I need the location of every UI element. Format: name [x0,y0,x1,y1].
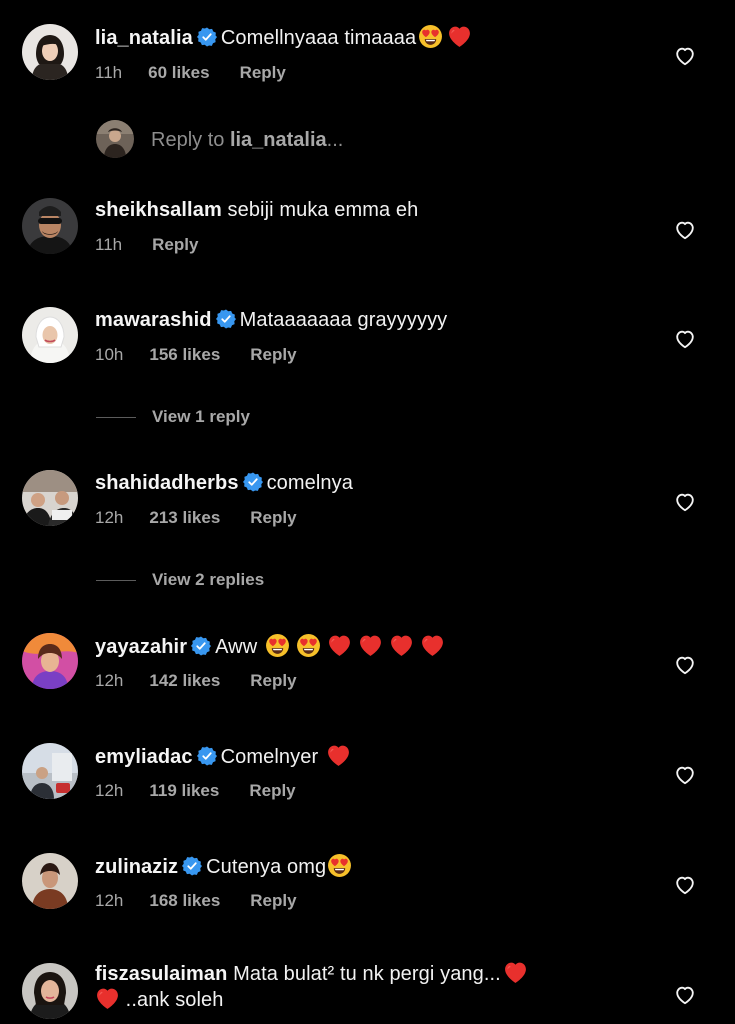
avatar[interactable] [22,24,78,80]
red-heart-emoji [326,743,351,768]
avatar[interactable] [22,633,78,689]
comment-text: Comellnyaaa timaaaa [220,27,417,49]
reply-button[interactable]: Reply [250,507,296,529]
comment-text: Aww [215,636,258,658]
comment-likes[interactable]: 168 likes [149,890,220,912]
comment-text: Mata bulat² tu nk pergi yang... [233,963,501,985]
comment-username[interactable]: sheikhsallam [95,199,222,221]
comment-username[interactable]: fiszasulaiman [95,963,227,985]
comment-text: Cutenya omg [206,856,327,878]
view-replies-label: View 1 reply [152,407,250,426]
comment-username[interactable]: yayazahir [95,636,187,658]
like-heart-icon[interactable] [674,764,696,786]
like-heart-icon[interactable] [674,874,696,896]
reply-button[interactable]: Reply [250,890,296,912]
red-heart-emoji [327,633,352,658]
comment-text-continued: ..ank soleh [125,989,224,1011]
like-heart-icon[interactable] [674,654,696,676]
comment-likes[interactable]: 60 likes [148,62,209,84]
red-heart-emoji [447,24,472,49]
view-replies-label: View 2 replies [152,570,265,589]
red-heart-emoji [358,633,383,658]
avatar[interactable] [22,307,78,363]
heart-eyes-emoji [296,633,321,658]
avatar[interactable] [22,743,78,799]
like-heart-icon[interactable] [674,491,696,513]
comment-time: 12h [95,508,124,527]
comment-time: 11h [95,235,123,254]
comment-time: 12h [95,671,124,690]
heart-eyes-emoji [265,633,290,658]
avatar[interactable] [22,963,78,1019]
like-heart-icon[interactable] [674,219,696,241]
comment-time: 12h [95,781,124,800]
comment-text: sebiji muka emma eh [227,199,419,221]
comment-text: comelnya [266,472,353,494]
red-heart-emoji [503,960,528,985]
like-heart-icon[interactable] [674,328,696,350]
reply-button[interactable]: Reply [240,62,286,84]
avatar[interactable] [22,853,78,909]
comment-username[interactable]: lia_natalia [95,27,193,49]
reply-button[interactable]: Reply [250,670,296,692]
reply-button[interactable]: Reply [152,234,198,256]
verified-badge-icon [243,472,263,492]
reply-button[interactable]: Reply [249,780,295,802]
view-replies-button[interactable]: View 1 reply [96,406,396,428]
divider [96,580,136,581]
reply-button[interactable]: Reply [250,344,296,366]
verified-badge-icon [197,27,217,47]
reply-suffix: ... [326,129,344,151]
verified-badge-icon [182,856,202,876]
comment-username[interactable]: zulinaziz [95,856,178,878]
verified-badge-icon [191,636,211,656]
comment-likes[interactable]: 142 likes [149,670,220,692]
reply-prefix: Reply to [151,129,230,151]
comment-likes[interactable]: 156 likes [149,344,220,366]
current-user-avatar [96,120,134,158]
red-heart-emoji [420,633,445,658]
comment-username[interactable]: emyliadac [95,746,193,768]
reply-target: lia_natalia [229,129,327,151]
heart-eyes-emoji [327,853,352,878]
like-heart-icon[interactable] [674,45,696,67]
comment-likes[interactable]: 119 likes [149,780,219,802]
comment-time: 11h [95,63,123,82]
red-heart-emoji [95,986,120,1011]
comment-username[interactable]: mawarashid [95,309,212,331]
divider [96,417,136,418]
reply-input-placeholder: Reply to lia_natalia... [151,127,343,153]
verified-badge-icon [216,309,236,329]
verified-badge-icon [197,746,217,766]
comment-likes[interactable]: 213 likes [149,507,220,529]
comment-username[interactable]: shahidadherbs [95,472,239,494]
red-heart-emoji [389,633,414,658]
comment-time: 10h [95,345,124,364]
view-replies-button[interactable]: View 2 replies [96,569,396,591]
comment-text: Mataaaaaaa grayyyyyy [239,309,448,331]
avatar[interactable] [22,198,78,254]
comment-time: 12h [95,891,124,910]
comment-text: Comelnyer [220,746,319,768]
avatar[interactable] [22,470,78,526]
like-heart-icon[interactable] [674,984,696,1006]
heart-eyes-emoji [418,24,443,49]
reply-input[interactable]: Reply to lia_natalia... [96,120,656,160]
